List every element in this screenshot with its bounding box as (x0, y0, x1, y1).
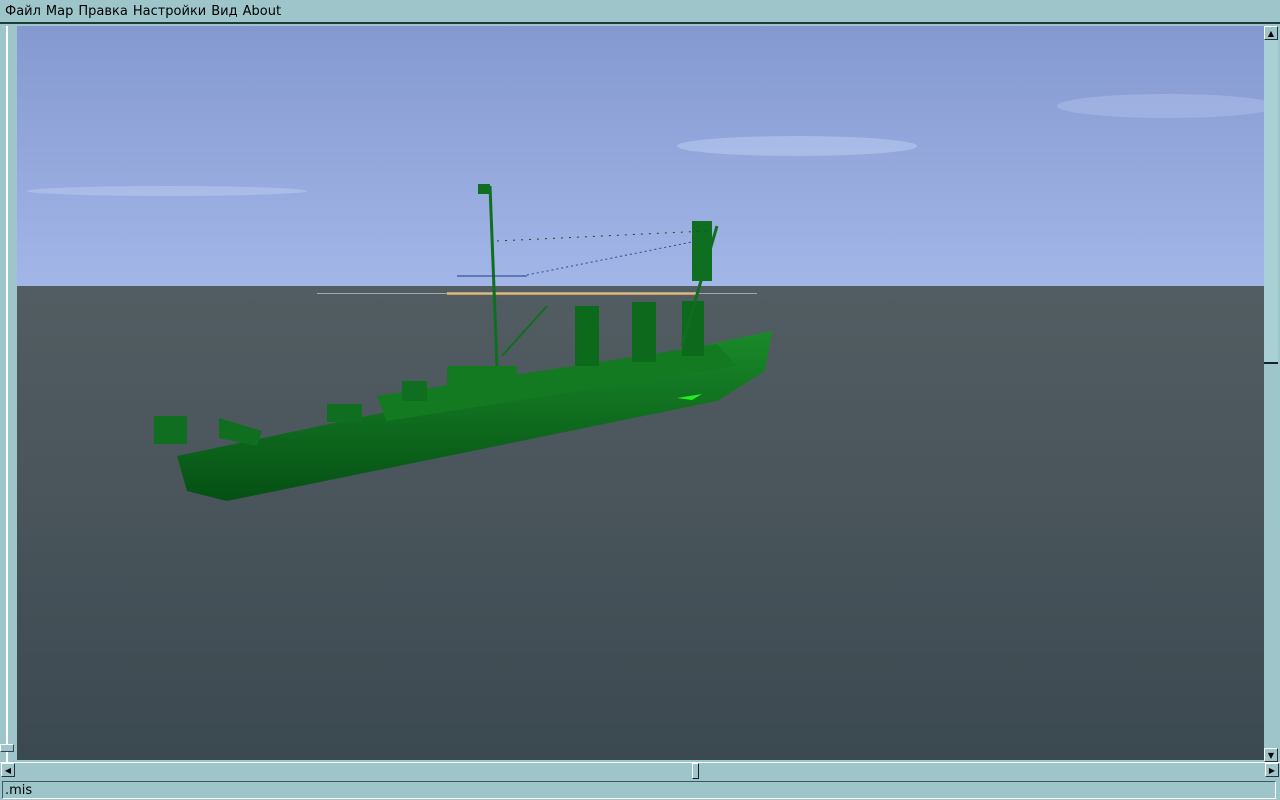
left-scrollbar[interactable] (0, 26, 17, 762)
vertical-scroll-thumb[interactable] (1264, 26, 1278, 364)
menu-about[interactable]: About (243, 4, 281, 19)
menu-bar: Файл Мар Правка Настройки Вид About (0, 0, 1280, 24)
horizontal-scroll-thumb[interactable] (692, 763, 699, 779)
menu-settings[interactable]: Настройки (133, 4, 206, 19)
scroll-left-arrow-icon[interactable]: ◀ (1, 763, 15, 777)
status-text: .mis (2, 781, 1276, 799)
right-scrollbar[interactable]: ▲ ▼ (1264, 26, 1280, 762)
status-bar: .mis (0, 780, 1280, 800)
left-scroll-thumb[interactable] (0, 744, 14, 752)
menu-view[interactable]: Вид (211, 4, 237, 19)
menu-edit[interactable]: Правка (78, 4, 127, 19)
sky (17, 26, 1264, 286)
scroll-up-arrow-icon[interactable]: ▲ (1264, 26, 1278, 40)
menu-file[interactable]: Файл (5, 4, 41, 19)
scroll-down-arrow-icon[interactable]: ▼ (1264, 748, 1278, 762)
horizontal-scrollbar[interactable]: ◀ ▶ (0, 762, 1280, 779)
scene-render (17, 26, 1264, 760)
scroll-right-arrow-icon[interactable]: ▶ (1265, 763, 1279, 777)
menu-map[interactable]: Мар (46, 4, 73, 19)
3d-viewport[interactable] (17, 26, 1264, 760)
left-scroll-track (6, 26, 8, 762)
